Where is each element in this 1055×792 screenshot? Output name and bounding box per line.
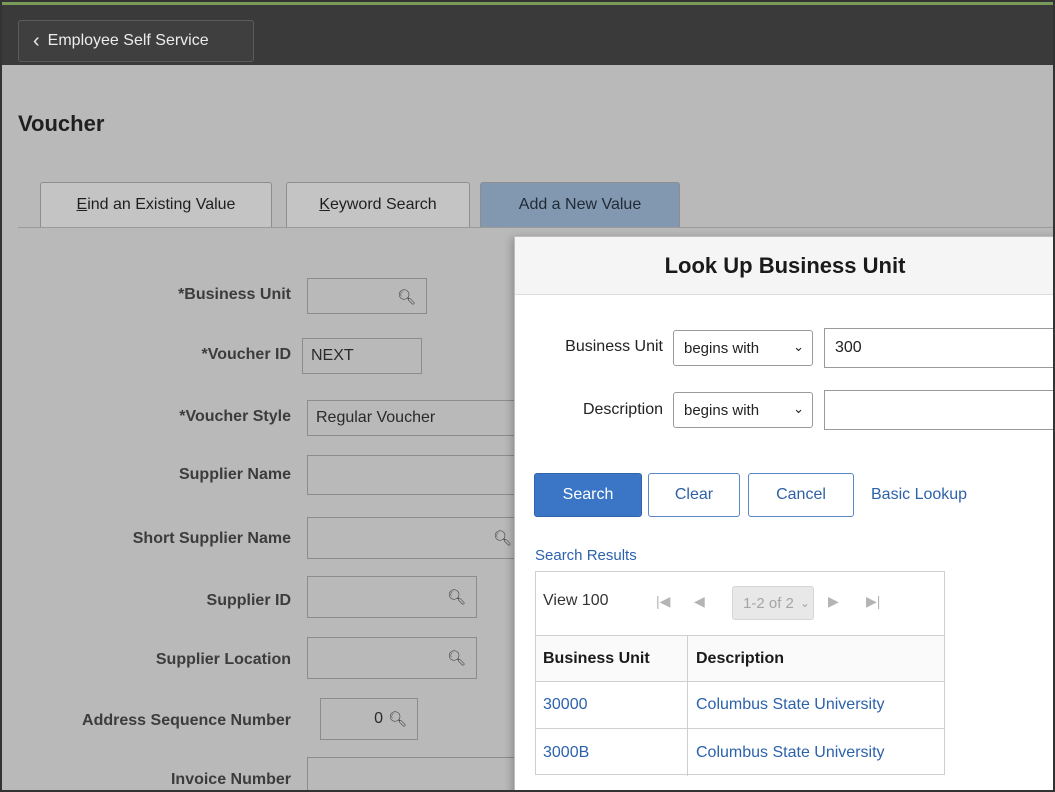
address-sequence-number-label: Address Sequence Number [82,712,291,729]
supplier-location-label: Supplier Location [155,651,291,668]
previous-page-icon[interactable]: ◀ [694,593,705,610]
tab-label: eyword Search [329,196,437,213]
short-supplier-name-label: Short Supplier Name [132,530,291,547]
short-supplier-name-input[interactable]: 🔍︎ [307,517,527,559]
page-title: Voucher [18,111,105,136]
business-unit-operator-select[interactable]: begins with ⌄ [673,330,813,366]
lookup-description-label: Description [582,401,663,418]
row-business-unit-link[interactable]: 30000 [543,682,588,728]
row-description-link[interactable]: Columbus State University [696,682,885,728]
search-results-grid: View 100 |◀ ◀ 1-2 of 2 ⌄ ▶ ▶| Business U… [535,571,945,776]
search-icon[interactable]: 🔍︎ [493,529,512,547]
tab-label: ind an Existing Value [87,196,236,213]
tab-divider [18,227,1053,228]
supplier-location-input[interactable]: 🔍︎ [307,637,477,679]
tab-add-new-value[interactable]: Add a New Value [480,182,680,227]
table-row[interactable]: 3000B Columbus State University [536,729,944,776]
voucher-id-value: NEXT [311,347,354,364]
voucher-style-select[interactable]: Regular Voucher [307,400,527,436]
address-sequence-number-input[interactable]: 0 🔍︎ [320,698,418,740]
tab-label: Add a New Value [518,196,642,213]
column-header-business-unit[interactable]: Business Unit [543,636,650,681]
search-icon[interactable]: 🔍︎ [447,649,466,667]
results-header-row: Business Unit Description [536,636,944,682]
tab-access-key: E [76,196,88,213]
search-icon[interactable]: 🔍︎ [397,288,416,306]
search-icon[interactable]: 🔍︎ [447,588,466,606]
table-row[interactable]: 30000 Columbus State University [536,682,944,729]
description-operator-value: begins with [684,401,760,419]
search-icon[interactable]: 🔍︎ [388,710,407,728]
header-banner: ‹ Employee Self Service [2,5,1053,65]
back-button-label: Employee Self Service [47,32,209,49]
chevron-down-icon: ⌄ [793,401,804,416]
tab-keyword-search[interactable]: Keyword Search [286,182,470,227]
supplier-id-input[interactable]: 🔍︎ [307,576,477,618]
search-results-heading: Search Results [535,547,637,564]
clear-button[interactable]: Clear [648,473,740,517]
dialog-title: Look Up Business Unit [664,253,906,278]
first-page-icon[interactable]: |◀ [656,593,670,610]
dialog-header: Look Up Business Unit [515,237,1053,295]
lookup-business-unit-value: 300 [835,339,862,356]
chevron-down-icon: ⌄ [793,339,804,354]
description-operator-select[interactable]: begins with ⌄ [673,392,813,428]
app-window: ‹ Employee Self Service Voucher Eind an … [0,0,1055,792]
supplier-id-label: Supplier ID [206,592,291,609]
last-page-icon[interactable]: ▶| [866,593,880,610]
lookup-business-unit-input[interactable]: 300 [824,328,1053,368]
basic-lookup-link[interactable]: Basic Lookup [871,486,967,504]
invoice-number-label: Invoice Number [170,771,291,788]
next-page-icon[interactable]: ▶ [828,593,839,610]
voucher-id-input[interactable]: NEXT [302,338,422,374]
supplier-name-input[interactable] [307,455,527,495]
column-header-description[interactable]: Description [696,636,784,681]
voucher-style-label: *Voucher Style [179,408,291,425]
row-description-link[interactable]: Columbus State University [696,729,885,776]
search-button[interactable]: Search [534,473,642,517]
business-unit-label: *Business Unit [178,286,291,303]
back-button[interactable]: ‹ Employee Self Service [18,20,254,62]
column-divider [687,636,688,776]
address-sequence-number-value: 0 [374,710,383,727]
page-range-select[interactable]: 1-2 of 2 ⌄ [732,586,814,620]
tab-access-key: K [319,196,330,213]
lookup-business-unit-dialog: Look Up Business Unit Business Unit begi… [514,236,1053,790]
view-100-link[interactable]: View 100 [543,592,609,610]
tab-find-existing-value[interactable]: Eind an Existing Value [40,182,272,227]
page-range-value: 1-2 of 2 [743,594,794,612]
supplier-name-label: Supplier Name [178,466,291,483]
business-unit-operator-value: begins with [684,339,760,357]
chevron-down-icon: ⌄ [799,596,810,610]
invoice-number-input[interactable] [307,757,527,790]
lookup-business-unit-label: Business Unit [565,338,663,355]
business-unit-input[interactable]: 🔍︎ [307,278,427,314]
results-toolbar: View 100 |◀ ◀ 1-2 of 2 ⌄ ▶ ▶| [536,572,944,636]
chevron-left-icon: ‹ [33,30,40,52]
row-business-unit-link[interactable]: 3000B [543,729,589,776]
lookup-description-input[interactable] [824,390,1053,430]
cancel-button[interactable]: Cancel [748,473,854,517]
voucher-style-value: Regular Voucher [316,409,436,426]
voucher-id-label: *Voucher ID [201,346,292,363]
